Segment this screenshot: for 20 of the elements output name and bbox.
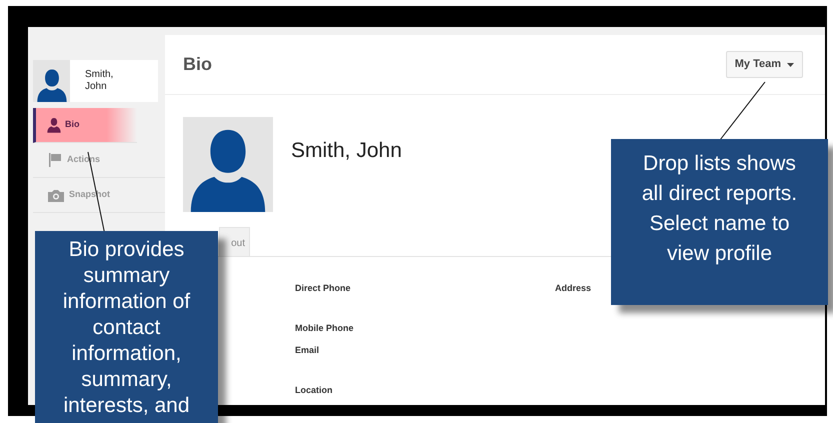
leader-line bbox=[720, 82, 766, 140]
profile-photo-icon bbox=[183, 117, 273, 212]
caret-icon bbox=[787, 62, 794, 66]
field-label: Address bbox=[555, 282, 592, 295]
field-label: Location bbox=[295, 384, 334, 396]
avatar-icon bbox=[33, 60, 70, 102]
profile-name: Smith, John bbox=[291, 138, 402, 164]
field-label: Mobile Phone bbox=[295, 322, 354, 334]
profile-name: Smith, John bbox=[70, 60, 158, 102]
flag-icon bbox=[47, 152, 63, 168]
field-label: Email bbox=[295, 344, 320, 357]
page-title: Bio bbox=[183, 53, 212, 76]
team-dropdown[interactable]: My Team bbox=[726, 51, 803, 78]
camera-icon bbox=[47, 188, 65, 202]
callout-box: Bio provides summary information of contact information, summary, interests, and bbox=[35, 231, 218, 423]
field-label: Direct Phone bbox=[295, 282, 352, 295]
person-icon bbox=[47, 117, 61, 133]
callout-box: Drop lists shows all direct reports. Select name to view profile bbox=[611, 139, 828, 305]
tab[interactable]: out bbox=[219, 227, 250, 256]
sidebar-item[interactable]: Bio bbox=[33, 108, 137, 143]
